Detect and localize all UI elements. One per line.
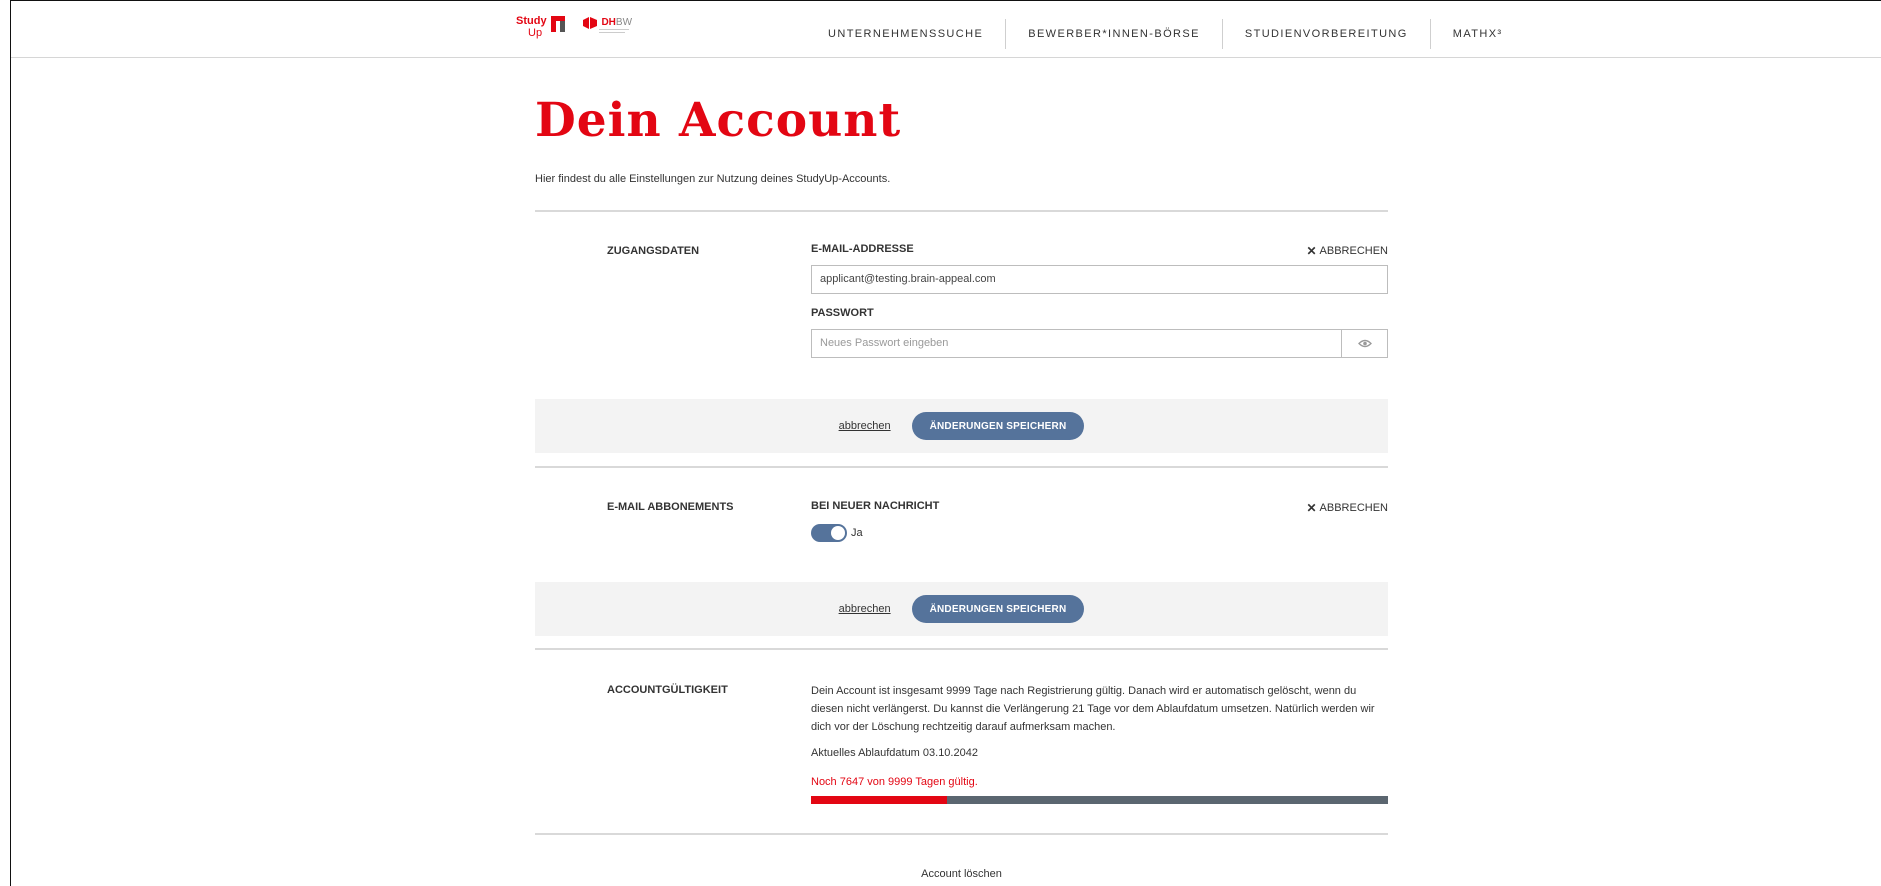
nav-bewerber-boerse[interactable]: BEWERBER*INNEN-BÖRSE: [1006, 19, 1222, 49]
logo-study-text: Study: [516, 15, 547, 27]
toggle-knob: [831, 526, 845, 540]
logo-dh-text: DH: [601, 17, 616, 28]
logo-up-text: Up: [528, 27, 543, 39]
subscriptions-action-bar: abbrechen ÄNDERUNGEN SPEICHERN: [535, 582, 1388, 636]
section-label-access: ZUGANGSDATEN: [607, 245, 700, 257]
new-message-toggle[interactable]: [811, 524, 847, 542]
section-divider: [535, 210, 1388, 212]
password-label: PASSWORT: [811, 307, 874, 319]
expiry-date-text: Aktuelles Ablaufdatum 03.10.2042: [811, 747, 978, 759]
section-divider: [535, 833, 1388, 835]
email-field[interactable]: applicant@testing.brain-appeal.com: [811, 265, 1388, 294]
subscriptions-save-button[interactable]: ÄNDERUNGEN SPEICHERN: [911, 595, 1085, 623]
section-divider: [535, 466, 1388, 468]
studyup-mark-icon: [550, 16, 565, 32]
show-password-button[interactable]: [1341, 329, 1388, 358]
subscriptions-cancel-button[interactable]: ✕ ABBRECHEN: [1306, 501, 1388, 515]
delete-account-label: Account löschen: [921, 868, 1002, 880]
validity-description: Dein Account ist insgesamt 9999 Tage nac…: [811, 685, 1375, 733]
section-label-subscriptions: E-MAIL ABBONEMENTS: [607, 501, 734, 513]
close-icon: ✕: [1306, 501, 1317, 515]
toggle-label: Ja: [851, 527, 863, 539]
close-icon: ✕: [1306, 244, 1317, 258]
dhbw-logo[interactable]: DHBW: [583, 17, 632, 35]
delete-account-link[interactable]: Account löschen: [535, 868, 1388, 880]
page-title: Dein Account: [535, 93, 902, 148]
access-cancel-button[interactable]: ✕ ABBRECHEN: [1306, 244, 1388, 258]
password-field[interactable]: Neues Passwort eingeben: [811, 329, 1341, 358]
remaining-days-text: Noch 7647 von 9999 Tagen gültig.: [811, 776, 978, 788]
nav-studienvorbereitung[interactable]: STUDIENVORBEREITUNG: [1223, 19, 1430, 49]
section-label-validity: ACCOUNTGÜLTIGKEIT: [607, 684, 728, 696]
main-nav: UNTERNEHMENSSUCHE BEWERBER*INNEN-BÖRSE S…: [806, 19, 1525, 49]
dhbw-mark-icon: [583, 17, 597, 29]
eye-icon: [1357, 339, 1372, 348]
access-save-button[interactable]: ÄNDERUNGEN SPEICHERN: [911, 412, 1085, 440]
email-label: E-MAIL-ADDRESSE: [811, 243, 914, 255]
logo-bw-text: BW: [615, 17, 633, 28]
site-header: Study Up DHBW UNTERNEHMENSSUCHE BEWERBER…: [11, 1, 1881, 58]
subscriptions-abort-link[interactable]: abbrechen: [839, 603, 891, 615]
validity-progress-bar: [811, 796, 1388, 804]
validity-progress-fill: [811, 796, 947, 804]
subscriptions-cancel-label: ABBRECHEN: [1319, 502, 1388, 514]
browser-frame: Study Up DHBW UNTERNEHMENSSUCHE BEWERBER…: [10, 0, 1881, 886]
access-action-bar: abbrechen ÄNDERUNGEN SPEICHERN: [535, 399, 1388, 453]
section-divider: [535, 648, 1388, 650]
nav-mathx[interactable]: MATHX³: [1431, 19, 1525, 49]
password-group: Neues Passwort eingeben: [811, 329, 1388, 358]
access-cancel-label: ABBRECHEN: [1319, 245, 1388, 257]
nav-unternehmenssuche[interactable]: UNTERNEHMENSSUCHE: [806, 19, 1005, 49]
studyup-logo[interactable]: Study Up: [516, 15, 565, 39]
access-abort-link[interactable]: abbrechen: [839, 420, 891, 432]
page-intro: Hier findest du alle Einstellungen zur N…: [535, 173, 891, 185]
new-message-label: BEI NEUER NACHRICHT: [811, 500, 940, 512]
